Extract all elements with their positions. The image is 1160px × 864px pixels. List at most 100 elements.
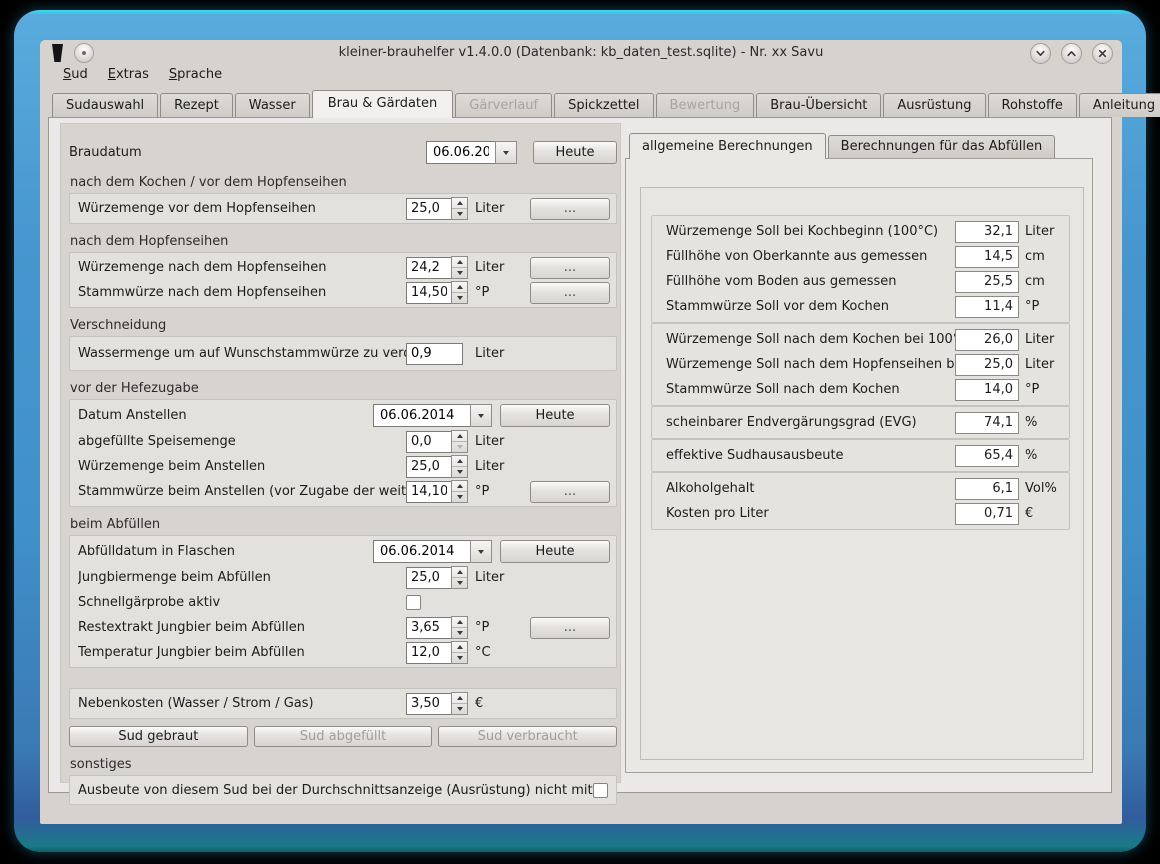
tab-brau-uebersicht[interactable]: Brau-Übersicht (756, 93, 881, 117)
abfuelldatum-date-combo[interactable] (373, 540, 492, 563)
more-button[interactable]: ... (530, 617, 610, 639)
spin-buttons[interactable] (451, 692, 468, 715)
unit-label: Liter (470, 260, 522, 275)
spin-field[interactable] (406, 642, 452, 664)
tab-anleitung[interactable]: Anleitung (1079, 93, 1160, 117)
spin-field[interactable] (406, 567, 452, 589)
chevron-down-icon[interactable] (470, 404, 492, 427)
wassermenge-field[interactable] (406, 343, 463, 365)
spinbox-jungbiermenge[interactable] (406, 566, 470, 589)
spin-buttons[interactable] (451, 430, 468, 453)
spin-field[interactable] (406, 456, 452, 478)
abfuelldatum-date-field[interactable] (373, 540, 471, 563)
menu-extras[interactable]: Extras (98, 65, 159, 85)
tab-sudauswahl[interactable]: Sudauswahl (52, 93, 158, 117)
spin-buttons[interactable] (451, 480, 468, 503)
tab-brau-gaerdaten[interactable]: Brau & Gärdaten (312, 90, 454, 118)
spin-buttons[interactable] (451, 566, 468, 589)
spin-up-icon[interactable] (452, 257, 467, 267)
braudatum-heute-button[interactable]: Heute (533, 141, 617, 164)
calc-label: Stammwürze Soll vor dem Kochen (666, 299, 955, 314)
braudatum-date-field[interactable] (426, 141, 496, 164)
spin-down-icon[interactable] (452, 208, 467, 219)
spin-buttons[interactable] (451, 256, 468, 279)
abfuelldatum-heute-button[interactable]: Heute (500, 540, 610, 563)
spinbox-stammwuerze-anstellen[interactable] (406, 480, 470, 503)
tab-wasser[interactable]: Wasser (235, 93, 310, 117)
more-button[interactable]: ... (530, 198, 610, 220)
tab-rezept[interactable]: Rezept (160, 93, 233, 117)
spin-up-icon[interactable] (452, 642, 467, 652)
tab-rohstoffe[interactable]: Rohstoffe (988, 93, 1077, 117)
spin-buttons[interactable] (451, 616, 468, 639)
group-abfuellen: Abfülldatum in Flaschen Heute Jungbierme… (69, 535, 617, 668)
spin-down-icon[interactable] (452, 703, 467, 714)
schnellgaerprobe-checkbox[interactable] (406, 595, 421, 610)
menu-sud[interactable]: Sud (53, 65, 98, 85)
window-menu-button[interactable] (74, 43, 94, 63)
tab-bewertung: Bewertung (656, 93, 755, 117)
field-label: Jungbiermenge beim Abfüllen (78, 570, 406, 585)
sud-gebraut-button[interactable]: Sud gebraut (69, 726, 248, 747)
spin-up-icon[interactable] (452, 617, 467, 627)
spinbox-wuerzemenge-vor-hopfenseihen[interactable] (406, 197, 470, 220)
minimize-button[interactable] (1030, 43, 1051, 64)
more-button[interactable]: ... (530, 282, 610, 304)
spinbox-speisemenge[interactable] (406, 430, 470, 453)
spin-buttons[interactable] (451, 197, 468, 220)
anstellen-heute-button[interactable]: Heute (500, 404, 610, 427)
spin-up-icon[interactable] (452, 567, 467, 577)
close-button[interactable] (1092, 43, 1113, 64)
chevron-down-icon[interactable] (495, 141, 517, 164)
spin-buttons[interactable] (451, 455, 468, 478)
spin-buttons[interactable] (451, 641, 468, 664)
anstellen-date-field[interactable] (373, 404, 471, 427)
spin-up-icon[interactable] (452, 431, 467, 441)
spinbox-wuerzemenge-anstellen[interactable] (406, 455, 470, 478)
spin-down-icon[interactable] (452, 627, 467, 638)
spin-field[interactable] (406, 481, 452, 503)
spin-down-icon[interactable] (452, 652, 467, 663)
spin-down-icon[interactable] (452, 491, 467, 502)
form-row: Stammwürze beim Anstellen (vor Zugabe de… (78, 479, 610, 504)
spin-field[interactable] (406, 431, 452, 453)
ausbeute-ausschliessen-checkbox[interactable] (593, 783, 608, 798)
spinbox-temperatur[interactable] (406, 641, 470, 664)
spin-field[interactable] (406, 257, 452, 279)
titlebar[interactable]: kleiner-brauhelfer v1.4.0.0 (Datenbank: … (40, 40, 1122, 64)
tab-allgemeine-berechnungen[interactable]: allgemeine Berechnungen (629, 133, 826, 159)
spinbox-nebenkosten[interactable] (406, 692, 470, 715)
unit-label: % (1019, 415, 1061, 430)
spin-field[interactable] (406, 693, 452, 715)
spin-up-icon[interactable] (452, 481, 467, 491)
spinbox-restextrakt[interactable] (406, 616, 470, 639)
spin-down-icon[interactable] (452, 577, 467, 588)
chevron-down-icon[interactable] (470, 540, 492, 563)
tab-berechnungen-abfuellen[interactable]: Berechnungen für das Abfüllen (828, 135, 1056, 158)
spin-down-icon[interactable] (452, 267, 467, 278)
spin-field[interactable] (406, 617, 452, 639)
spinbox-wuerzemenge-nach-hopfenseihen[interactable] (406, 256, 470, 279)
more-button[interactable]: ... (530, 257, 610, 279)
tab-ausruestung[interactable]: Ausrüstung (883, 93, 985, 117)
spin-up-icon[interactable] (452, 198, 467, 208)
spin-field[interactable] (406, 282, 452, 304)
spin-buttons[interactable] (451, 281, 468, 304)
maximize-button[interactable] (1061, 43, 1082, 64)
section-title-verschneidung: Verschneidung (70, 318, 617, 333)
spin-up-icon[interactable] (452, 282, 467, 292)
spin-down-icon[interactable] (452, 292, 467, 303)
readonly-field: 14,0 (955, 379, 1019, 401)
sud-action-buttons: Sud gebraut Sud abgefüllt Sud verbraucht (69, 726, 617, 747)
anstellen-date-combo[interactable] (373, 404, 492, 427)
spin-up-icon[interactable] (452, 456, 467, 466)
braudatum-date-combo[interactable] (426, 141, 517, 164)
spin-field[interactable] (406, 198, 452, 220)
tab-spickzettel[interactable]: Spickzettel (554, 93, 653, 117)
menu-sprache[interactable]: Sprache (159, 65, 232, 85)
more-button[interactable]: ... (530, 481, 610, 503)
unit-label: Liter (470, 459, 522, 474)
spinbox-stammwuerze-nach-hopfenseihen[interactable] (406, 281, 470, 304)
spin-down-icon[interactable] (452, 466, 467, 477)
spin-up-icon[interactable] (452, 693, 467, 703)
